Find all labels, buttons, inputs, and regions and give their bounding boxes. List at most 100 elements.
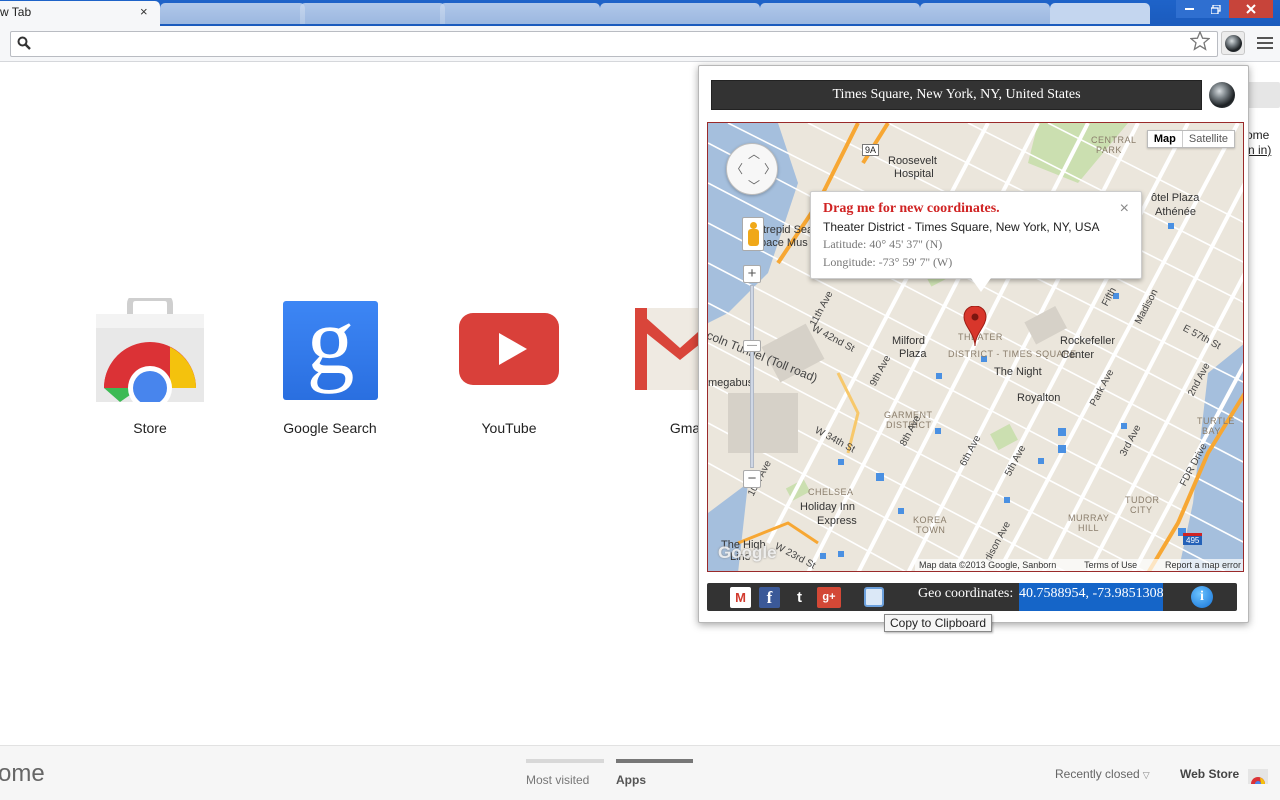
map-label: TURTLE bbox=[1197, 416, 1235, 426]
map-type-map-button[interactable]: Map bbox=[1148, 131, 1183, 147]
map-label: BAY bbox=[1202, 426, 1221, 436]
interstate-495-sign: 495 bbox=[1183, 533, 1203, 545]
map-label: The Night bbox=[994, 366, 1042, 378]
close-window-button[interactable] bbox=[1229, 0, 1273, 18]
app-label: Google Search bbox=[283, 420, 377, 436]
map-view[interactable]: Roosevelt Hospital Milford Plaza THEATER… bbox=[707, 122, 1244, 572]
map-label: Athénée bbox=[1155, 206, 1196, 218]
map-label: Roosevelt bbox=[888, 155, 937, 167]
camera-lens-icon bbox=[1224, 34, 1242, 52]
signin-link[interactable]: n in) bbox=[1248, 143, 1271, 157]
map-label: Hospital bbox=[894, 168, 934, 180]
bookmark-star-icon[interactable] bbox=[1190, 31, 1210, 51]
pan-up-icon[interactable]: ︿ bbox=[748, 148, 760, 160]
zoom-in-button[interactable]: + bbox=[743, 265, 761, 283]
tab-title: w Tab bbox=[0, 5, 32, 19]
background-tab[interactable] bbox=[1050, 3, 1150, 24]
info-icon[interactable]: i bbox=[1191, 586, 1213, 608]
street-view-pegman-icon[interactable] bbox=[742, 217, 764, 251]
geo-coordinates-popup: Times Square, New York, NY, United State… bbox=[698, 65, 1249, 623]
map-label: DISTRICT - TIMES SQUARE bbox=[948, 349, 1077, 359]
map-data-credit: Map data ©2013 Google, Sanborn bbox=[919, 560, 1057, 570]
geo-coordinates-label: Geo coordinates: bbox=[918, 586, 1014, 601]
map-label: CHELSEA bbox=[808, 487, 854, 497]
map-label: HILL bbox=[1078, 523, 1100, 533]
minimize-button[interactable] bbox=[1176, 0, 1203, 18]
tab-apps[interactable]: Apps bbox=[616, 759, 693, 787]
close-icon[interactable]: × bbox=[1120, 200, 1129, 218]
minimize-icon bbox=[1185, 7, 1194, 10]
map-label: Center bbox=[1061, 349, 1095, 361]
map-label: PARK bbox=[1096, 145, 1122, 155]
chrome-menu-button[interactable] bbox=[1257, 37, 1273, 52]
background-tab[interactable] bbox=[920, 3, 1050, 24]
tab-close-icon[interactable]: × bbox=[140, 4, 148, 19]
background-tab[interactable] bbox=[440, 3, 600, 24]
chrome-brand-text: ome bbox=[0, 760, 45, 787]
gmail-share-icon[interactable]: M bbox=[730, 587, 751, 608]
tab-strip: w Tab × bbox=[0, 0, 1280, 26]
copy-to-clipboard-button[interactable] bbox=[864, 587, 884, 607]
chrome-web-store-icon bbox=[96, 298, 204, 402]
browser-toolbar bbox=[0, 26, 1280, 62]
background-tab[interactable] bbox=[600, 3, 760, 24]
camera-lens-icon bbox=[1209, 82, 1235, 108]
pan-control[interactable]: ︿ ﹀ 〈 〉 bbox=[726, 143, 778, 195]
tab-most-visited[interactable]: Most visited bbox=[526, 759, 604, 787]
twitter-share-icon[interactable]: t bbox=[789, 587, 810, 608]
location-marker-icon[interactable] bbox=[963, 306, 987, 346]
map-label: KOREA bbox=[913, 515, 948, 525]
signin-box[interactable] bbox=[1244, 82, 1280, 108]
web-store-link[interactable]: Web Store bbox=[1180, 767, 1239, 781]
route-9a-sign: 9A bbox=[862, 144, 880, 156]
share-bar: M f t g+ Geo coordinates: 40.7588954, -7… bbox=[707, 583, 1237, 611]
map-label: trepid Sea bbox=[763, 224, 814, 236]
map-label: Plaza bbox=[899, 348, 927, 360]
map-type-satellite-button[interactable]: Satellite bbox=[1183, 131, 1234, 147]
map-label: Royalton bbox=[1017, 392, 1061, 404]
facebook-share-icon[interactable]: f bbox=[759, 587, 780, 608]
locate-button[interactable] bbox=[1209, 82, 1235, 108]
background-tab[interactable] bbox=[300, 3, 445, 24]
youtube-icon bbox=[459, 313, 559, 385]
background-tab[interactable] bbox=[160, 3, 305, 24]
zoom-slider-thumb[interactable]: — bbox=[743, 340, 761, 352]
pan-right-icon[interactable]: 〉 bbox=[764, 163, 776, 175]
recently-closed-menu[interactable]: Recently closed ▽ bbox=[1055, 767, 1150, 781]
geo-coordinates-value[interactable]: 40.7588954, -73.9851308 bbox=[1019, 583, 1163, 611]
map-label: megabus bbox=[708, 377, 754, 389]
info-window-longitude: Longitude: -73° 59' 7'' (W) bbox=[823, 255, 953, 269]
background-tab[interactable] bbox=[760, 3, 920, 24]
map-label: Milford bbox=[892, 335, 926, 347]
map-label: MURRAY bbox=[1068, 513, 1110, 523]
menu-bar-icon bbox=[1257, 47, 1273, 49]
terms-of-use-link[interactable]: Terms of Use bbox=[1084, 560, 1137, 571]
info-window-title: Drag me for new coordinates. bbox=[823, 201, 1000, 216]
address-search-field[interactable]: Times Square, New York, NY, United State… bbox=[711, 80, 1202, 110]
app-label: Store bbox=[133, 420, 167, 436]
menu-bar-icon bbox=[1257, 37, 1273, 39]
map-label: TUDOR bbox=[1125, 495, 1160, 505]
play-icon bbox=[499, 333, 527, 365]
pan-left-icon[interactable]: 〈 bbox=[731, 163, 743, 175]
maximize-button[interactable] bbox=[1203, 0, 1229, 18]
copy-tooltip: Copy to Clipboard bbox=[884, 614, 993, 632]
google-logo: Google bbox=[718, 543, 777, 562]
close-icon bbox=[1246, 4, 1256, 14]
report-map-error-link[interactable]: Report a map error bbox=[1165, 560, 1241, 571]
map-type-control: Map Satellite bbox=[1146, 130, 1235, 148]
zoom-slider-track[interactable] bbox=[750, 285, 754, 468]
web-store-icon[interactable] bbox=[1248, 766, 1268, 784]
geo-extension-button[interactable] bbox=[1221, 31, 1245, 55]
menu-bar-icon bbox=[1257, 42, 1273, 44]
omnibox[interactable] bbox=[10, 31, 1218, 57]
pan-down-icon[interactable]: ﹀ bbox=[748, 180, 760, 192]
map-label: Holiday Inn bbox=[800, 501, 856, 513]
active-tab[interactable]: w Tab × bbox=[0, 1, 160, 26]
map-label: CENTRAL bbox=[1091, 135, 1137, 145]
google-plus-share-icon[interactable]: g+ bbox=[817, 587, 841, 608]
info-window: Drag me for new coordinates. Theater Dis… bbox=[810, 191, 1142, 292]
ntp-bottom-bar: ome Most visited Apps Recently closed ▽ W… bbox=[0, 745, 1280, 800]
zoom-out-button[interactable]: − bbox=[743, 470, 761, 488]
map-label: CITY bbox=[1130, 505, 1153, 515]
